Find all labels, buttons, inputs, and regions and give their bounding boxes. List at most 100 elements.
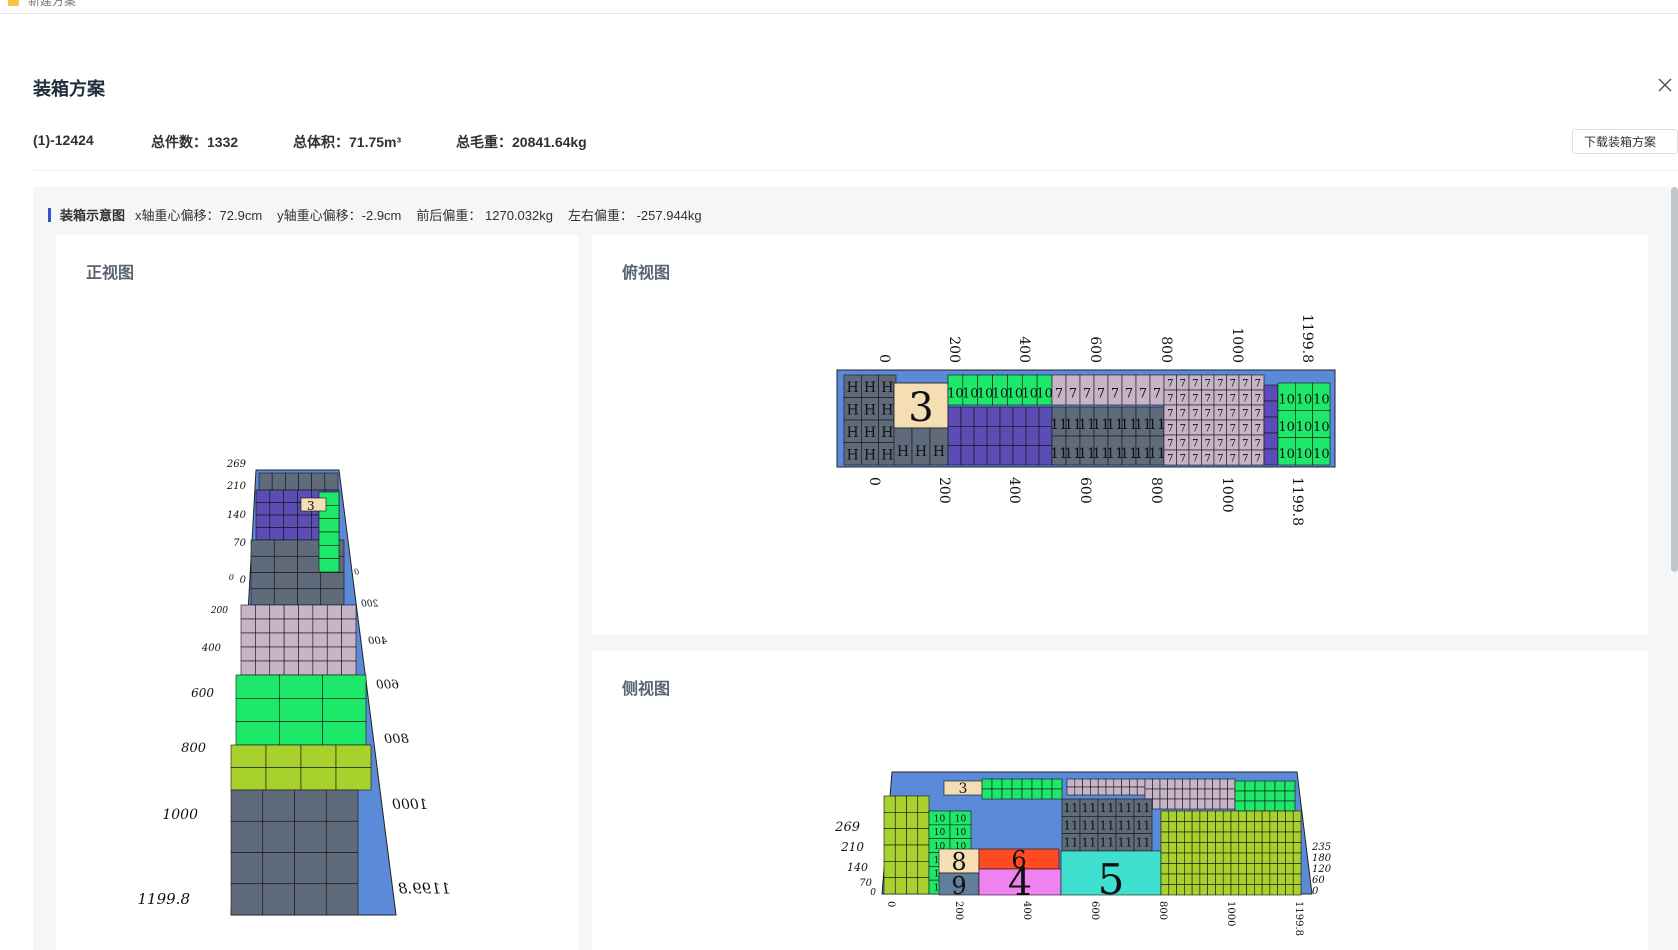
- side-box: [1207, 842, 1216, 854]
- side-box: [1204, 798, 1213, 810]
- top-box-label: 7: [1230, 408, 1236, 419]
- front-box: [335, 767, 372, 791]
- top-box: [986, 426, 1001, 446]
- top-box-label: 10: [1296, 447, 1313, 462]
- top-box-label: H: [847, 402, 859, 418]
- side-box: [1222, 873, 1232, 885]
- side-box: [1041, 778, 1053, 790]
- front-box: [311, 472, 326, 491]
- top-box-label: 7: [1255, 453, 1261, 464]
- top-view-diagram: H H HH H HH H HH H H3H H H10101010101010 7 7 7 7 7 7 7 711…: [836, 314, 1336, 526]
- side-box: [1269, 810, 1278, 822]
- side-box: [906, 812, 919, 829]
- front-box: [300, 744, 337, 768]
- top-box: [947, 445, 962, 466]
- side-box: [1041, 788, 1053, 800]
- top-box-label: 7: [1192, 453, 1198, 464]
- side-box: [1246, 831, 1255, 843]
- close-icon[interactable]: [1656, 76, 1674, 94]
- y-offset: y轴重心偏移：-2.9cm: [277, 208, 402, 223]
- side-box: [1021, 788, 1033, 800]
- side-box: [1215, 810, 1224, 822]
- side-box: [1184, 842, 1193, 854]
- side-box: [1246, 842, 1255, 854]
- side-box-label: 10: [934, 828, 946, 838]
- side-box: [1207, 884, 1216, 896]
- front-box: [341, 632, 357, 648]
- top-box-label: 7: [1205, 393, 1211, 404]
- front-box: [326, 604, 342, 620]
- side-box: [1254, 810, 1263, 822]
- top-box-label: 10: [1278, 420, 1295, 435]
- side-box: [1097, 778, 1107, 788]
- side-box: [1261, 884, 1271, 896]
- side-box: [917, 795, 930, 813]
- front-box: [318, 518, 340, 533]
- side-box: [1113, 786, 1122, 796]
- top-box: [973, 445, 988, 466]
- side-box: [1230, 884, 1240, 896]
- front-box: [294, 789, 327, 822]
- front-box: [230, 852, 264, 885]
- front-box: [269, 489, 284, 503]
- side-box: [1254, 790, 1266, 802]
- tab-label[interactable]: 新建方案: [28, 0, 76, 9]
- side-box: [1176, 831, 1185, 843]
- front-box: [255, 660, 271, 676]
- front-box: [271, 472, 286, 491]
- top-box-label: 7: [1083, 387, 1091, 402]
- scrollbar[interactable]: [1671, 187, 1678, 572]
- front-box: [283, 514, 298, 528]
- front-box: [294, 852, 327, 885]
- top-box: [1025, 445, 1040, 466]
- front-box: [250, 572, 275, 590]
- side-box-label: 11: [1135, 836, 1150, 850]
- side-box-label: 11: [1081, 836, 1096, 850]
- side-box: [1230, 831, 1240, 843]
- side-box: [1222, 831, 1232, 843]
- front-box: [294, 883, 327, 916]
- side-depth-tick: 60: [1312, 875, 1325, 886]
- top-length-tick: 200: [936, 477, 952, 504]
- side-box: [1238, 842, 1247, 854]
- front-box: [265, 744, 302, 768]
- side-box: [1167, 798, 1176, 810]
- side-box: [1207, 821, 1216, 833]
- front-back-weight: 前后偏重： 1270.032kg: [416, 208, 553, 223]
- top-box: [960, 406, 975, 427]
- plan-id: (1)-12424: [33, 132, 94, 148]
- side-box: [1184, 873, 1193, 885]
- side-box-3-label: 3: [959, 781, 968, 797]
- side-box: [1292, 884, 1302, 896]
- side-box: [1222, 842, 1232, 854]
- front-view-diagram: 3 0 200 400 600 800 1000 1199.8 0 200 400 600 800 100…: [138, 459, 451, 916]
- side-box: [1204, 788, 1213, 800]
- top-box-label: 7: [1192, 438, 1198, 449]
- side-box: [1261, 873, 1271, 885]
- top-box-label: 7: [1217, 378, 1223, 389]
- side-box-label: 11: [1099, 801, 1114, 815]
- side-box: [1001, 788, 1013, 800]
- side-box: [894, 844, 907, 862]
- side-box: [917, 828, 930, 846]
- side-box: [1244, 780, 1256, 792]
- side-box: [1284, 800, 1296, 812]
- side-box: [1285, 884, 1294, 896]
- top-box: [947, 426, 962, 446]
- side-box: [1254, 780, 1266, 792]
- download-plan-button[interactable]: 下载装箱方案: [1572, 129, 1678, 154]
- side-box: [1176, 873, 1185, 885]
- side-box: [1097, 786, 1107, 796]
- front-box: [235, 721, 280, 746]
- front-box-label-3: 3: [307, 499, 315, 513]
- top-box-label: 7: [1180, 438, 1186, 449]
- top-box-3-label: 3: [908, 385, 933, 431]
- top-box-label: 7: [1192, 408, 1198, 419]
- side-box: [883, 844, 896, 862]
- top-box-label: 7: [1097, 387, 1105, 402]
- top-view-card: 俯视图 H H H H H H H H H H H H 3 H H H 10 10 10 10 10 10 10 7 7 7 7 7 7…: [592, 235, 1648, 635]
- top-box-label: 7: [1230, 453, 1236, 464]
- side-depth-tick: 180: [1312, 853, 1332, 864]
- side-box: [1168, 810, 1177, 822]
- front-box: [297, 514, 312, 528]
